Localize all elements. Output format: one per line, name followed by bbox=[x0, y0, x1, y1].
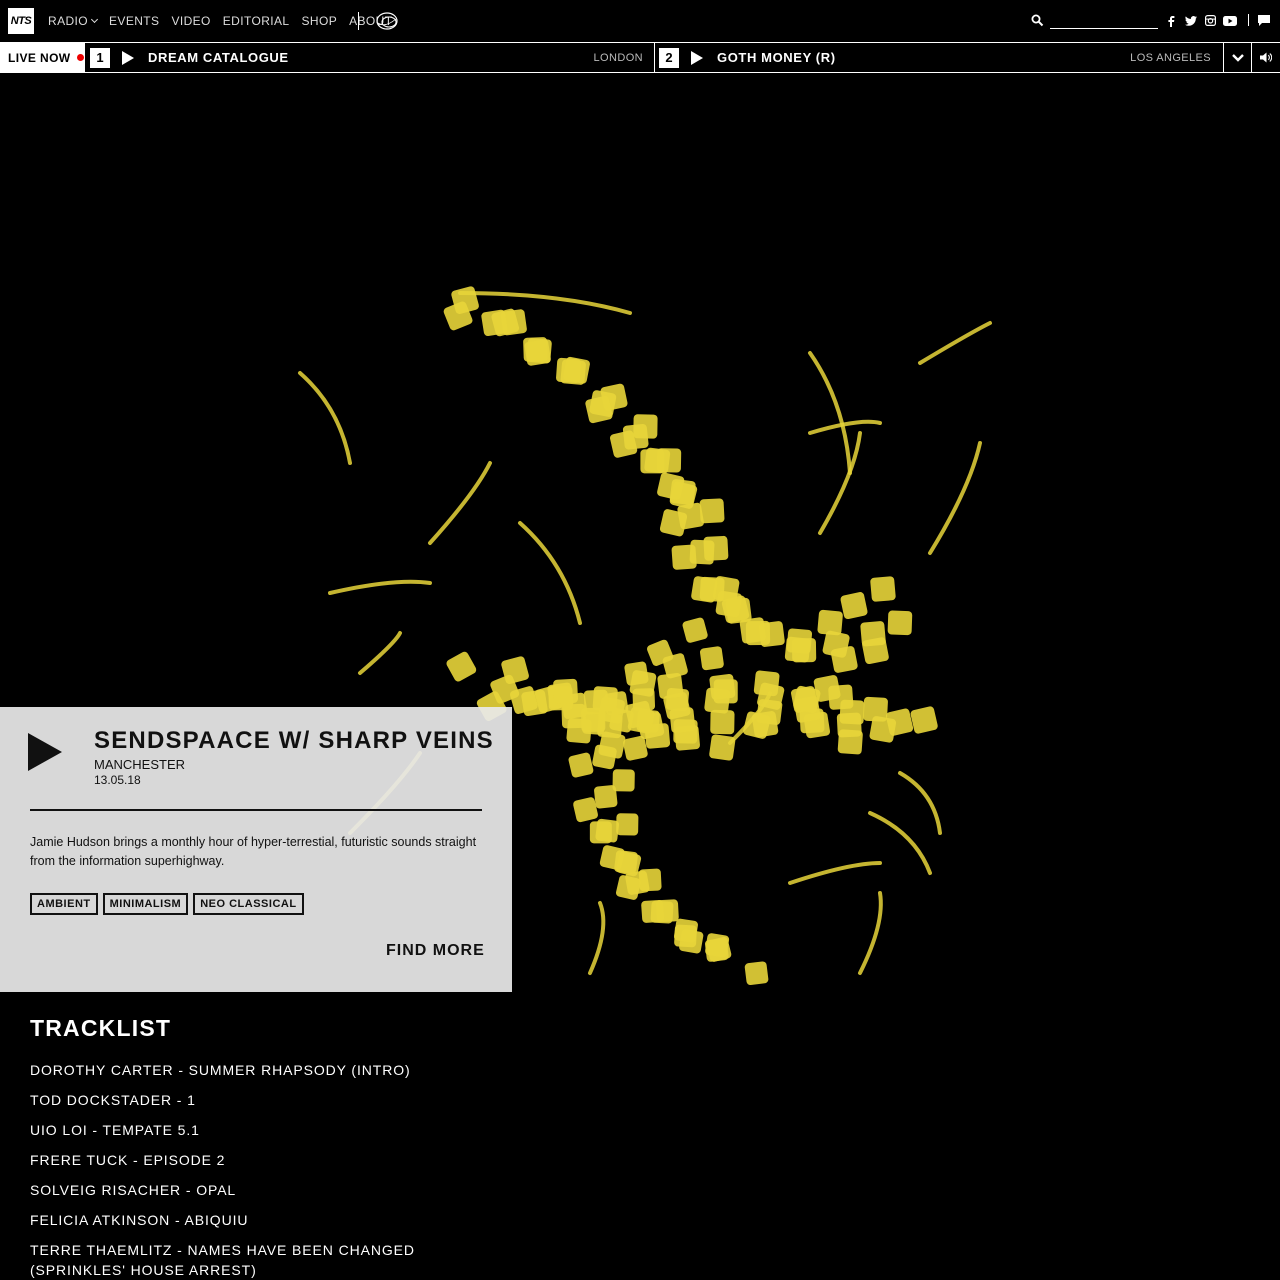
live-now-badge: LIVE NOW bbox=[0, 43, 85, 72]
youtube-icon[interactable] bbox=[1223, 14, 1237, 27]
expand-button[interactable] bbox=[1224, 43, 1252, 72]
track-item: UIO LOI - TEMPATE 5.1 bbox=[30, 1122, 200, 1138]
search-icon[interactable] bbox=[1031, 14, 1044, 27]
instagram-icon[interactable] bbox=[1203, 14, 1217, 27]
chevron-down-icon bbox=[1232, 53, 1244, 62]
channel-number: 2 bbox=[659, 47, 679, 68]
track-item: TOD DOCKSTADER - 1 bbox=[30, 1092, 196, 1108]
channel-show-title: GOTH MONEY (R) bbox=[717, 50, 836, 65]
nts-logo[interactable]: NTS bbox=[8, 8, 34, 34]
episode-description: Jamie Hudson brings a monthly hour of hy… bbox=[30, 835, 477, 868]
find-more-link[interactable]: FIND MORE bbox=[386, 942, 485, 960]
track-item: SOLVEIG RISACHER - OPAL bbox=[30, 1182, 237, 1198]
channel-1[interactable]: 1 DREAM CATALOGUE bbox=[90, 43, 289, 72]
twitter-icon[interactable] bbox=[1184, 14, 1198, 27]
channel-location: LONDON bbox=[593, 51, 643, 64]
track-item: FRERE TUCK - EPISODE 2 bbox=[30, 1152, 226, 1168]
globe-icon[interactable] bbox=[375, 10, 399, 32]
facebook-icon[interactable] bbox=[1164, 14, 1178, 27]
nav-item-label: RADIO bbox=[48, 14, 89, 28]
nav-item-events[interactable]: EVENTS bbox=[109, 14, 159, 28]
play-icon[interactable] bbox=[122, 50, 134, 65]
nav-item-video[interactable]: VIDEO bbox=[171, 14, 210, 28]
genre-tag[interactable]: NEO CLASSICAL bbox=[193, 893, 304, 915]
track-item: FELICIA ATKINSON - ABIQUIU bbox=[30, 1212, 249, 1228]
live-bar: LIVE NOW 1 DREAM CATALOGUE LONDON 2 GOTH… bbox=[0, 42, 1280, 73]
play-icon[interactable] bbox=[691, 50, 703, 65]
search-input[interactable] bbox=[1050, 12, 1158, 29]
genre-tags: AMBIENT MINIMALISM NEO CLASSICAL bbox=[30, 893, 304, 915]
channel-number: 1 bbox=[90, 47, 110, 68]
nav-divider bbox=[358, 12, 359, 30]
episode-title: SENDSPAACE W/ SHARP VEINS bbox=[94, 727, 494, 754]
episode-location: MANCHESTER bbox=[94, 757, 186, 772]
channel-divider bbox=[654, 43, 655, 72]
volume-button[interactable] bbox=[1252, 43, 1280, 72]
chat-icon[interactable] bbox=[1257, 14, 1271, 27]
track-item: DOROTHY CARTER - SUMMER RHAPSODY (INTRO) bbox=[30, 1062, 411, 1078]
channel-show-title: DREAM CATALOGUE bbox=[148, 50, 289, 65]
top-nav: NTS RADIO EVENTS VIDEO EDITORIAL SHOP AB… bbox=[0, 0, 1280, 42]
channel-2[interactable]: 2 GOTH MONEY (R) bbox=[659, 43, 836, 72]
main-menu: RADIO EVENTS VIDEO EDITORIAL SHOP ABOUT bbox=[48, 14, 392, 28]
live-dot-icon bbox=[76, 54, 84, 61]
play-icon[interactable] bbox=[28, 733, 62, 771]
live-now-label: LIVE NOW bbox=[8, 50, 71, 65]
nav-item-radio[interactable]: RADIO bbox=[48, 14, 99, 28]
episode-date: 13.05.18 bbox=[94, 773, 141, 787]
nav-item-editorial[interactable]: EDITORIAL bbox=[223, 14, 290, 28]
card-divider bbox=[30, 809, 482, 811]
tracklist: DOROTHY CARTER - SUMMER RHAPSODY (INTRO)… bbox=[30, 1060, 480, 1280]
genre-tag[interactable]: AMBIENT bbox=[30, 893, 98, 915]
track-item: TERRE THAEMLITZ - NAMES HAVE BEEN CHANGE… bbox=[30, 1242, 415, 1278]
nav-item-shop[interactable]: SHOP bbox=[302, 14, 338, 28]
genre-tag[interactable]: MINIMALISM bbox=[102, 893, 189, 915]
speaker-icon bbox=[1260, 52, 1272, 63]
social-divider bbox=[1248, 14, 1249, 26]
tracklist-heading: TRACKLIST bbox=[30, 1015, 172, 1041]
chevron-down-icon bbox=[90, 15, 99, 24]
channel-location: LOS ANGELES bbox=[1130, 51, 1211, 64]
